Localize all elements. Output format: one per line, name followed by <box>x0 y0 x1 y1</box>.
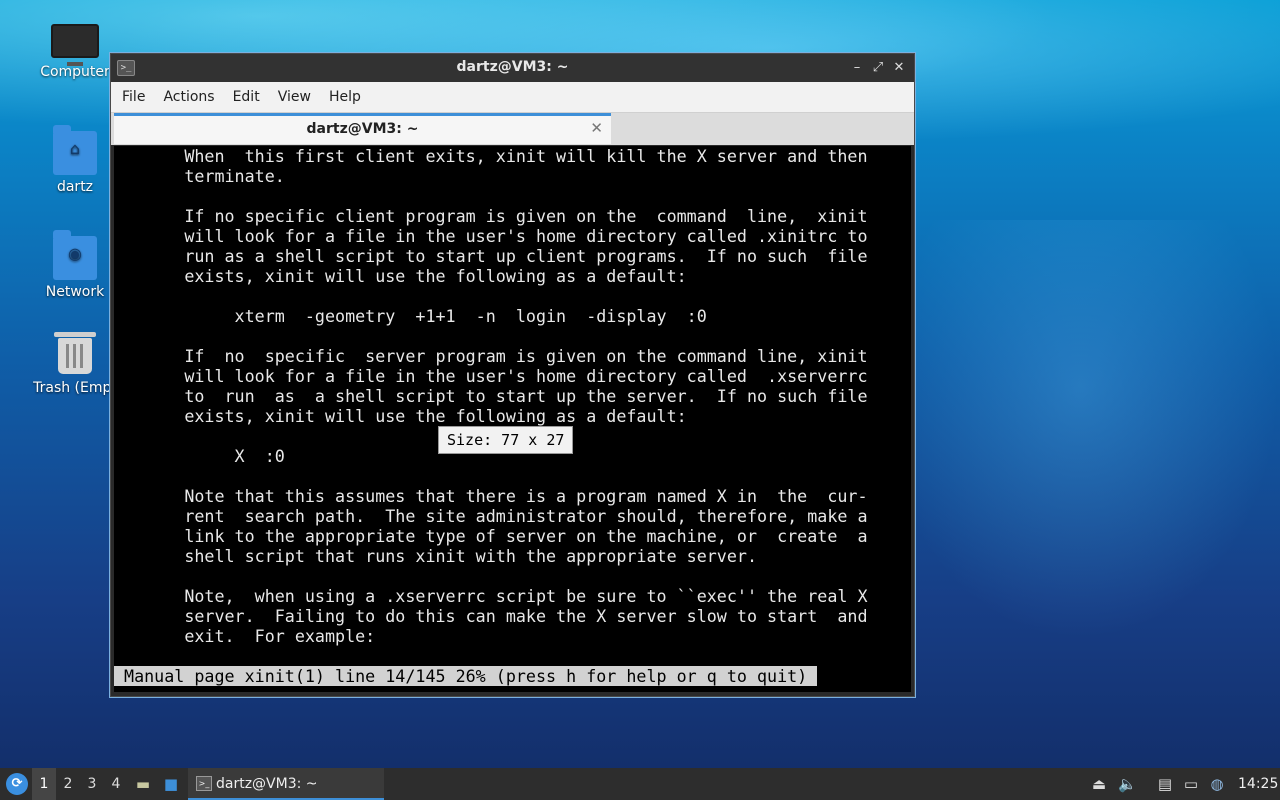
terminal-line: server. Failing to do this can make the … <box>114 606 868 626</box>
terminal-line: shell script that runs xinit with the ap… <box>114 546 757 566</box>
menu-help[interactable]: Help <box>320 82 370 112</box>
terminal-output[interactable]: When this first client exits, xinit will… <box>114 146 911 692</box>
terminal-line: If no specific server program is given o… <box>114 346 868 366</box>
pager-status-line: Manual page xinit(1) line 14/145 26% (pr… <box>114 666 818 686</box>
tab-bar: dartz@VM3: ~ ✕ <box>111 113 914 145</box>
terminal-window[interactable]: >_ dartz@VM3: ~ – ⤢ ✕ File Actions Edit Vie… <box>110 53 915 697</box>
eject-icon[interactable]: ⏏ <box>1090 768 1108 800</box>
volume-icon[interactable]: 🔈 <box>1118 768 1137 800</box>
tab-close-icon[interactable]: ✕ <box>590 119 603 137</box>
workspace-2[interactable]: 2 <box>56 768 80 800</box>
workspace-3[interactable]: 3 <box>80 768 104 800</box>
terminal-line: When this first client exits, xinit will… <box>114 146 868 166</box>
terminal-line: exists, xinit will use the following as … <box>114 266 687 286</box>
minimize-button[interactable]: – <box>848 59 866 77</box>
terminal-line: will look for a file in the user's home … <box>114 226 868 246</box>
maximize-button[interactable]: ⤢ <box>869 59 887 77</box>
taskbar-window-button[interactable]: >_ dartz@VM3: ~ <box>188 768 384 800</box>
clipboard-icon[interactable]: ▤ <box>1156 768 1174 800</box>
clock[interactable]: 14:25 <box>1238 768 1278 800</box>
terminal-line: will look for a file in the user's home … <box>114 366 868 386</box>
menu-edit[interactable]: Edit <box>224 82 269 112</box>
wallpaper-shine <box>880 220 1280 640</box>
terminal-line: xterm -geometry +1+1 -n login -display :… <box>114 306 707 326</box>
terminal-size-popup: Size: 77 x 27 <box>438 426 574 454</box>
terminal-line: run as a shell script to start up client… <box>114 246 868 266</box>
terminal-line: exit. For example: <box>114 626 376 646</box>
file-manager-icon[interactable]: ■ <box>162 768 180 800</box>
menu-view[interactable]: View <box>269 82 320 112</box>
notification-icon[interactable]: ◍ <box>1208 768 1226 800</box>
menu-file[interactable]: File <box>111 82 154 112</box>
computer-icon <box>51 24 99 66</box>
menu-bar: File Actions Edit View Help <box>111 82 914 113</box>
terminal-tab[interactable]: dartz@VM3: ~ ✕ <box>114 113 611 144</box>
window-titlebar[interactable]: >_ dartz@VM3: ~ – ⤢ ✕ <box>111 54 914 82</box>
terminal-line: exists, xinit will use the following as … <box>114 406 687 426</box>
tab-label: dartz@VM3: ~ <box>306 121 419 137</box>
taskbar-window-label: dartz@VM3: ~ <box>216 776 318 792</box>
home-folder-icon: ⌂ <box>53 125 97 175</box>
trash-icon <box>54 332 96 374</box>
show-desktop-icon[interactable]: ▬ <box>134 768 152 800</box>
workspace-4[interactable]: 4 <box>104 768 128 800</box>
window-title: dartz@VM3: ~ <box>456 59 569 75</box>
network-folder-icon: ◉ <box>53 230 97 280</box>
workspace-1[interactable]: 1 <box>32 768 56 800</box>
terminal-line: Note that this assumes that there is a p… <box>114 486 868 506</box>
terminal-line: link to the appropriate type of server o… <box>114 526 868 546</box>
close-button[interactable]: ✕ <box>890 59 908 77</box>
terminal-icon: >_ <box>196 776 212 791</box>
taskbar: ⟳ 1 2 3 4 ▬ ■ >_ dartz@VM3: ~ ⏏ 🔈 ▤ ▭ ◍ … <box>0 768 1280 800</box>
menu-actions[interactable]: Actions <box>154 82 223 112</box>
terminal-line: X :0 <box>114 446 285 466</box>
terminal-line: Note, when using a .xserverrc script be … <box>114 586 868 606</box>
terminal-line: If no specific client program is given o… <box>114 206 868 226</box>
whisker-menu-icon[interactable]: ⟳ <box>6 773 28 795</box>
terminal-line: terminate. <box>114 166 285 186</box>
terminal-line: rent search path. The site administrator… <box>114 506 868 526</box>
terminal-line: to run as a shell script to start up the… <box>114 386 868 406</box>
network-icon[interactable]: ▭ <box>1182 768 1200 800</box>
